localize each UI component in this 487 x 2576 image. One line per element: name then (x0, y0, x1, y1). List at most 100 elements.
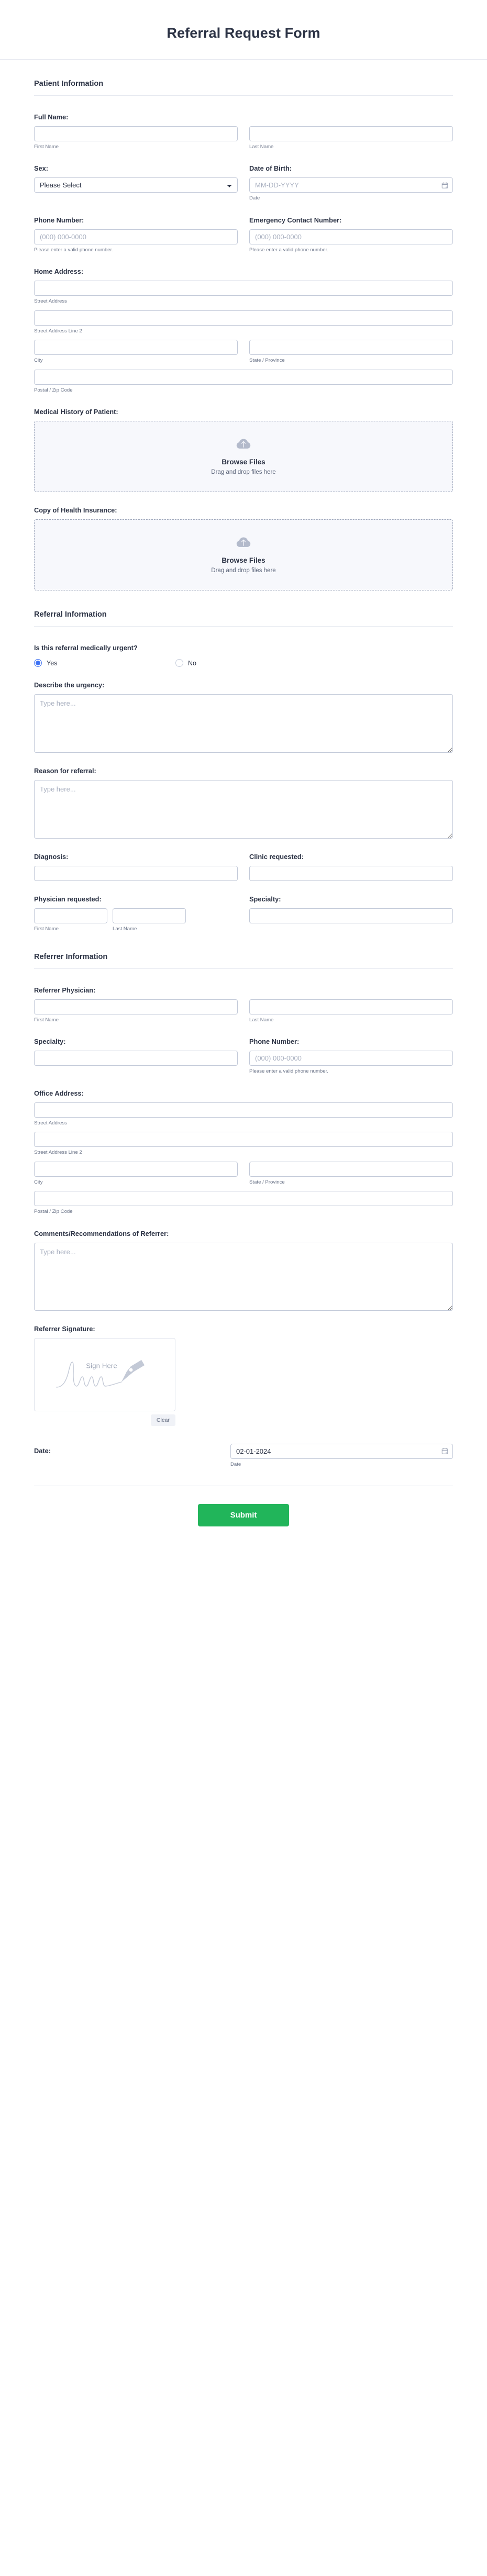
sub-label-first-name: First Name (34, 144, 59, 150)
office-state-input[interactable] (249, 1161, 453, 1177)
radio-urgent-yes[interactable]: Yes (34, 659, 175, 667)
field-describe-urgency: Describe the urgency: (34, 667, 453, 753)
referral-request-form: Referral Request Form Patient Informatio… (0, 0, 487, 1554)
radio-urgent-no[interactable]: No (175, 659, 196, 667)
section-heading-referral-information: Referral Information (34, 610, 107, 619)
clinic-requested-input[interactable] (249, 866, 453, 882)
signature-pad[interactable]: Sign Here (34, 1337, 175, 1411)
label-physician-requested: Physician requested: (34, 895, 102, 904)
referrer-specialty-input[interactable] (34, 1051, 238, 1066)
patient-city-input[interactable] (34, 340, 238, 355)
sub-label-first-name: First Name (34, 926, 59, 932)
signature-date-input[interactable] (230, 1443, 453, 1459)
label-specialty-requested: Specialty: (249, 895, 281, 904)
sub-label-last-name: Last Name (249, 1017, 274, 1023)
office-postal-code-input[interactable] (34, 1191, 453, 1207)
section-divider (34, 626, 453, 627)
label-phone-number: Phone Number: (34, 216, 84, 224)
patient-phone-input[interactable] (34, 229, 238, 244)
section-heading-patient-information: Patient Information (34, 80, 104, 88)
diagnosis-input[interactable] (34, 866, 238, 882)
physician-requested-first-name-input[interactable] (34, 908, 107, 924)
medical-history-browse-label: Browse Files (222, 458, 265, 466)
label-office-address: Office Address: (34, 1089, 84, 1097)
patient-last-name-input[interactable] (249, 126, 453, 141)
sub-label-referrer-phone-validation: Please enter a valid phone number. (249, 1068, 328, 1075)
radio-label-yes: Yes (47, 659, 58, 667)
section-divider (34, 968, 453, 969)
sub-label-date: Date (230, 1461, 241, 1467)
patient-emergency-phone-input[interactable] (249, 229, 453, 244)
describe-urgency-textarea[interactable] (34, 694, 453, 753)
medical-history-drag-label: Drag and drop files here (211, 469, 276, 475)
label-medical-history: Medical History of Patient: (34, 408, 118, 416)
sign-here-label: Sign Here (86, 1362, 117, 1370)
medical-history-dropzone[interactable]: Browse Files Drag and drop files here (34, 421, 453, 493)
sub-label-street-address: Street Address (34, 1120, 67, 1126)
office-street-address-input[interactable] (34, 1102, 453, 1118)
sub-label-last-name: Last Name (113, 926, 137, 932)
clear-signature-button[interactable]: Clear (150, 1414, 175, 1426)
label-date: Date: (34, 1446, 51, 1455)
page-title: Referral Request Form (167, 25, 320, 41)
field-medical-history-upload: Medical History of Patient: Browse Files… (34, 394, 453, 493)
radio-indicator-selected (34, 659, 42, 667)
sub-label-street-address-line-2: Street Address Line 2 (34, 1150, 82, 1156)
field-diagnosis-clinic-row: Diagnosis: Clinic requested: (34, 839, 453, 882)
sub-label-street-address: Street Address (34, 298, 67, 305)
field-reason-for-referral: Reason for referral: (34, 753, 453, 839)
form-body: Patient Information Full Name: First Nam… (0, 60, 487, 1487)
sub-label-first-name: First Name (34, 1017, 59, 1023)
sub-label-state-province: State / Province (249, 358, 285, 364)
cloud-upload-icon (236, 537, 251, 549)
office-city-input[interactable] (34, 1161, 238, 1177)
sub-label-city: City (34, 358, 43, 364)
patient-street-address-2-input[interactable] (34, 310, 453, 326)
field-phone-row: Phone Number: Please enter a valid phone… (34, 202, 453, 253)
patient-state-input[interactable] (249, 340, 453, 355)
specialty-requested-input[interactable] (249, 908, 453, 924)
label-referrer-physician: Referrer Physician: (34, 986, 96, 994)
referrer-phone-input[interactable] (249, 1051, 453, 1066)
label-date-of-birth: Date of Birth: (249, 164, 292, 173)
referrer-first-name-input[interactable] (34, 999, 238, 1014)
patient-postal-code-input[interactable] (34, 369, 453, 385)
submit-button[interactable]: Submit (197, 1504, 290, 1527)
referrer-comments-textarea[interactable] (34, 1242, 453, 1311)
patient-dob-input[interactable] (249, 177, 453, 193)
health-insurance-dropzone[interactable]: Browse Files Drag and drop files here (34, 519, 453, 591)
label-referrer-phone-number: Phone Number: (249, 1038, 300, 1046)
field-office-address: Office Address: Street Address Street Ad… (34, 1075, 453, 1215)
field-signature-date: Date: Date (34, 1426, 453, 1468)
physician-requested-last-name-input[interactable] (113, 908, 186, 924)
form-header: Referral Request Form (0, 0, 487, 60)
label-referrer-signature: Referrer Signature: (34, 1324, 95, 1333)
sub-label-state-province: State / Province (249, 1179, 285, 1185)
patient-first-name-input[interactable] (34, 126, 238, 141)
sub-label-dob: Date (249, 195, 260, 202)
office-street-address-2-input[interactable] (34, 1132, 453, 1147)
label-sex: Sex: (34, 164, 49, 173)
sub-label-last-name: Last Name (249, 144, 274, 150)
label-referrer-comments: Comments/Recommendations of Referrer: (34, 1229, 169, 1237)
label-referrer-specialty: Specialty: (34, 1038, 66, 1046)
patient-street-address-input[interactable] (34, 281, 453, 296)
sub-label-postal-zip-code: Postal / Zip Code (34, 1209, 73, 1215)
reason-for-referral-textarea[interactable] (34, 780, 453, 839)
label-home-address: Home Address: (34, 267, 84, 276)
patient-sex-select[interactable]: Please Select (34, 177, 238, 193)
field-sex-dob-row: Sex: Please Select Date of Birth: MM-DD-… (34, 150, 453, 202)
radio-label-no: No (188, 659, 196, 667)
label-health-insurance: Copy of Health Insurance: (34, 506, 117, 515)
sub-label-phone-validation: Please enter a valid phone number. (34, 247, 113, 253)
label-reason-for-referral: Reason for referral: (34, 767, 96, 775)
section-heading-referrer-information: Referrer Information (34, 952, 108, 961)
sub-label-city: City (34, 1179, 43, 1185)
field-physician-requested-row: Physician requested: First Name Last Nam… (34, 881, 453, 932)
label-diagnosis: Diagnosis: (34, 853, 69, 861)
section-divider (34, 95, 453, 96)
referrer-last-name-input[interactable] (249, 999, 453, 1014)
field-referrer-comments: Comments/Recommendations of Referrer: (34, 1215, 453, 1311)
health-insurance-drag-label: Drag and drop files here (211, 567, 276, 574)
label-medically-urgent: Is this referral medically urgent? (34, 644, 138, 652)
